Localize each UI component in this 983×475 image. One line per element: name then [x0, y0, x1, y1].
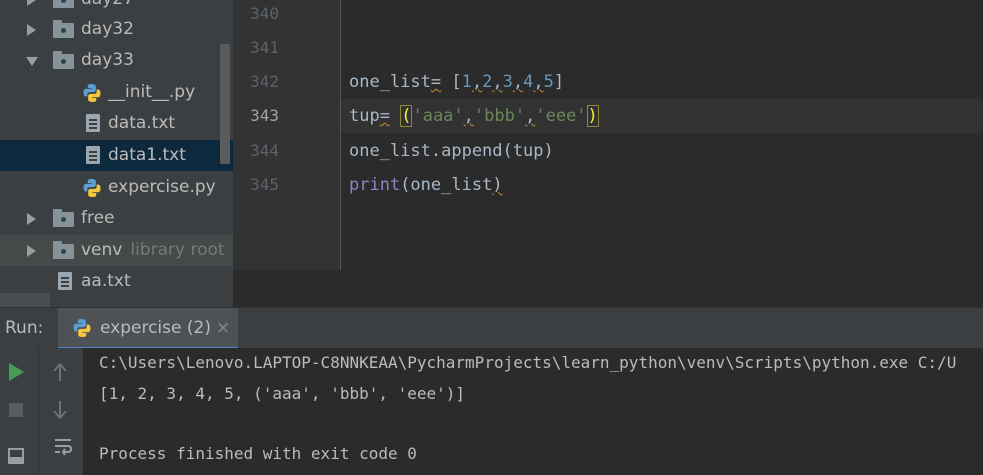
code-token: , — [533, 72, 544, 92]
code-token: print — [349, 175, 401, 195]
line-number: 342 — [250, 72, 279, 91]
code-token: 'aaa' — [412, 106, 464, 126]
layout-icon[interactable] — [8, 448, 24, 464]
code-token: , — [525, 106, 536, 126]
text-file-icon — [86, 146, 100, 164]
tree-item-data1-txt[interactable]: data1.txt — [0, 140, 233, 171]
code-token: tup — [349, 106, 380, 126]
line-number-current: 343 — [250, 106, 279, 125]
code-token: 4 — [523, 72, 534, 92]
tree-item-label: data1.txt — [108, 145, 186, 165]
stop-icon[interactable] — [9, 403, 23, 417]
code-token: 3 — [502, 72, 513, 92]
code-token: [ — [441, 72, 462, 92]
run-toolwindow-header: Run: expercise (2) × — [0, 307, 983, 349]
text-file-icon — [86, 114, 100, 132]
python-file-icon — [83, 84, 101, 102]
code-token: one_list — [349, 72, 431, 92]
chevron-right-icon[interactable] — [27, 245, 36, 257]
close-icon[interactable]: × — [216, 308, 230, 349]
tree-item-label: venv — [81, 240, 123, 260]
line-number: 341 — [250, 38, 279, 57]
tree-item-data-txt[interactable]: data.txt — [0, 108, 233, 139]
run-console[interactable]: C:\Users\Lenovo.LAPTOP-C8NNKEAA\PycharmP… — [83, 348, 983, 475]
code-token: 2 — [482, 72, 493, 92]
run-toolbar-primary — [0, 348, 38, 475]
code-line-343[interactable]: tup= ('aaa','bbb','eee') — [349, 99, 599, 133]
run-tab[interactable]: expercise (2) × — [58, 308, 238, 349]
text-file-icon — [58, 272, 72, 290]
folder-icon — [53, 20, 74, 38]
tree-item-day33[interactable]: day33 — [0, 45, 233, 76]
code-token: = — [379, 106, 390, 126]
code-token: ] — [553, 72, 565, 92]
code-token: (one_list — [400, 175, 493, 195]
tree-item-label: free — [81, 208, 115, 228]
tree-item-venv[interactable]: venv library root — [0, 235, 233, 266]
code-line-345[interactable]: print(one_list) — [349, 168, 503, 202]
tree-item-label: day32 — [81, 19, 134, 39]
tree-item-expercise-py[interactable]: expercise.py — [0, 172, 233, 203]
run-toolbar-secondary — [38, 348, 83, 475]
tree-item-free[interactable]: free — [0, 203, 233, 234]
python-file-icon — [83, 179, 101, 197]
run-label: Run: — [5, 318, 44, 338]
arrow-up-icon[interactable] — [52, 362, 68, 382]
folder-icon — [53, 0, 74, 8]
code-token: 1 — [461, 72, 472, 92]
tree-item-init-py[interactable]: __init__.py — [0, 77, 233, 108]
console-line: C:\Users\Lenovo.LAPTOP-C8NNKEAA\PycharmP… — [99, 353, 957, 372]
tree-item-label: expercise.py — [108, 177, 216, 197]
code-line-344[interactable]: one_list.append(tup) — [349, 134, 554, 168]
folder-icon — [53, 51, 74, 69]
code-line-342[interactable]: one_list= [1,2,3,4,5] — [349, 65, 564, 99]
tree-item-day32[interactable]: day32 — [0, 14, 233, 45]
chevron-right-icon[interactable] — [27, 0, 36, 6]
soft-wrap-icon[interactable] — [53, 436, 73, 456]
code-token: 5 — [543, 72, 554, 92]
chevron-right-icon[interactable] — [27, 24, 36, 36]
code-token: ) — [492, 175, 503, 195]
tree-item-label: __init__.py — [108, 82, 196, 102]
tree-item-day27[interactable]: day27 — [0, 0, 233, 15]
chevron-down-icon[interactable] — [26, 57, 38, 66]
tree-item-label: data.txt — [108, 113, 176, 133]
code-token: , — [471, 72, 483, 92]
folder-icon — [53, 241, 74, 259]
code-token: 'eee' — [535, 106, 587, 126]
code-token: = — [430, 72, 442, 92]
chevron-right-icon[interactable] — [27, 213, 36, 225]
run-tab-label: expercise (2) — [100, 318, 211, 338]
code-token: , — [512, 72, 524, 92]
code-token: ( — [400, 105, 413, 127]
code-token: 'bbb' — [473, 106, 526, 126]
folder-icon — [53, 209, 74, 227]
tree-item-label: day27 — [81, 0, 134, 15]
console-line: Process finished with exit code 0 — [99, 444, 417, 463]
tree-item-label: day33 — [81, 50, 134, 70]
tree-item-label: aa.txt — [81, 271, 131, 291]
play-icon[interactable] — [9, 363, 24, 381]
tree-item-label-group: venv library root — [81, 235, 225, 266]
code-token: ) — [586, 105, 599, 127]
library-root-hint: library root — [130, 240, 225, 260]
console-line: [1, 2, 3, 4, 5, ('aaa', 'bbb', 'eee')] — [99, 384, 466, 403]
tree-horizontal-scrollbar[interactable] — [0, 293, 50, 307]
arrow-down-icon[interactable] — [52, 400, 68, 420]
python-file-icon — [73, 319, 91, 337]
code-token: , — [492, 72, 503, 92]
gutter-divider — [340, 0, 341, 270]
code-token: , — [463, 106, 474, 126]
line-number: 345 — [250, 175, 279, 194]
line-number: 340 — [250, 4, 279, 23]
editor-bottom-area — [233, 270, 983, 307]
tree-scrollbar[interactable] — [220, 44, 230, 164]
line-number: 344 — [250, 141, 279, 160]
project-tree: day27 day32 day33 __init__.py data.txt d… — [0, 0, 233, 307]
